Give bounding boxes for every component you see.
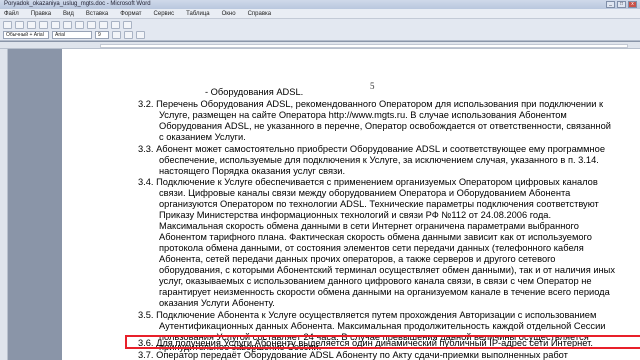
doc-line: 3.5. Подключение Абонента к Услуге осуще…: [138, 310, 597, 320]
vertical-ruler[interactable]: [0, 49, 8, 360]
doc-line: Максимальная скорость обмена данными в с…: [159, 221, 579, 231]
highlight-box: [125, 335, 640, 349]
save-icon[interactable]: [27, 20, 36, 29]
formatting-toolbar: Обычный + Arial Arial 9: [0, 30, 640, 41]
standard-toolbar: [0, 19, 640, 30]
menu-view[interactable]: Вид: [63, 11, 74, 17]
doc-line: Приказу Министерства информационных техн…: [159, 210, 552, 220]
doc-line: 3.7. Оператор передаёт Оборудование ADSL…: [138, 350, 568, 360]
doc-line: 3.3. Абонент может самостоятельно приобр…: [138, 144, 606, 154]
font-select[interactable]: Arial: [52, 31, 92, 39]
menu-table[interactable]: Таблица: [186, 11, 210, 17]
font-size-select[interactable]: 9: [95, 31, 109, 39]
doc-line: Оборудования ADSL, не указанного в переч…: [159, 121, 611, 131]
open-folder-icon[interactable]: [15, 20, 24, 29]
style-select[interactable]: Обычный + Arial: [3, 31, 49, 39]
copy-icon[interactable]: [87, 20, 96, 29]
minimize-button[interactable]: _: [606, 1, 615, 8]
doc-line: 3.2. Перечень Оборудования ADSL, рекомен…: [138, 99, 604, 109]
horizontal-ruler[interactable]: [0, 42, 640, 49]
doc-line: с оказанием Услуги.: [159, 132, 246, 142]
spellcheck-icon[interactable]: [63, 20, 72, 29]
print-icon[interactable]: [39, 20, 48, 29]
print-preview-icon[interactable]: [51, 20, 60, 29]
doc-line: Абонента, сетей передачи данных прочих о…: [159, 254, 556, 264]
menu-help[interactable]: Справка: [248, 11, 272, 17]
title-bar: Poryadok_okazaniya_uslug_mgts.doc - Micr…: [0, 0, 640, 9]
cut-icon[interactable]: [75, 20, 84, 29]
redo-icon[interactable]: [123, 20, 132, 29]
doc-line: протокола обмена данными, от состояния э…: [159, 243, 584, 253]
menu-edit[interactable]: Правка: [31, 11, 51, 17]
doc-line: Аутентификационных данных Абонента. Макс…: [159, 321, 606, 331]
doc-line: обеспечение, используемые для подключени…: [159, 155, 599, 165]
underline-icon[interactable]: [136, 31, 145, 39]
document-page[interactable]: 5 - Оборудования ADSL. 3.2. Перечень Обо…: [62, 49, 640, 360]
doc-line: Услуге, размещен на сайте Оператора http…: [159, 110, 567, 120]
paste-icon[interactable]: [99, 20, 108, 29]
window-controls: _ □ x: [606, 1, 637, 8]
doc-line: услуг, оказываемых с использованием данн…: [159, 276, 592, 286]
doc-line: организуются Оператором по технологии AD…: [159, 199, 599, 209]
doc-line: - Оборудования ADSL.: [205, 87, 304, 97]
menu-tools[interactable]: Сервис: [154, 11, 175, 17]
italic-icon[interactable]: [124, 31, 133, 39]
ruler-track: [100, 44, 628, 48]
doc-line: 3.4. Подключение к Услуге обеспечивается…: [138, 177, 598, 187]
menu-insert[interactable]: Вставка: [86, 11, 108, 17]
menu-format[interactable]: Формат: [120, 11, 141, 17]
menu-bar: Файл Правка Вид Вставка Формат Сервис Та…: [0, 9, 640, 19]
maximize-button[interactable]: □: [617, 1, 626, 8]
doc-line: оборудования, с которыми Абонентский тер…: [159, 265, 616, 275]
close-button[interactable]: x: [628, 1, 637, 8]
new-document-icon[interactable]: [3, 20, 12, 29]
undo-icon[interactable]: [111, 20, 120, 29]
window-title: Poryadok_okazaniya_uslug_mgts.doc - Micr…: [4, 1, 151, 7]
doc-line: оказания Услуги Абоненту.: [159, 298, 275, 308]
menu-file[interactable]: Файл: [4, 11, 19, 17]
doc-line: гарантирует неизменность скорости обмена…: [159, 287, 610, 297]
menu-window[interactable]: Окно: [222, 11, 236, 17]
page-number: 5: [370, 81, 375, 91]
doc-line: связи. Цифровые каналы связи между обору…: [159, 188, 571, 198]
bold-icon[interactable]: [112, 31, 121, 39]
doc-line: настоящего Порядка оказания услуг связи.: [159, 166, 346, 176]
doc-line: Абонентом тарифного плана. Фактическая с…: [159, 232, 592, 242]
